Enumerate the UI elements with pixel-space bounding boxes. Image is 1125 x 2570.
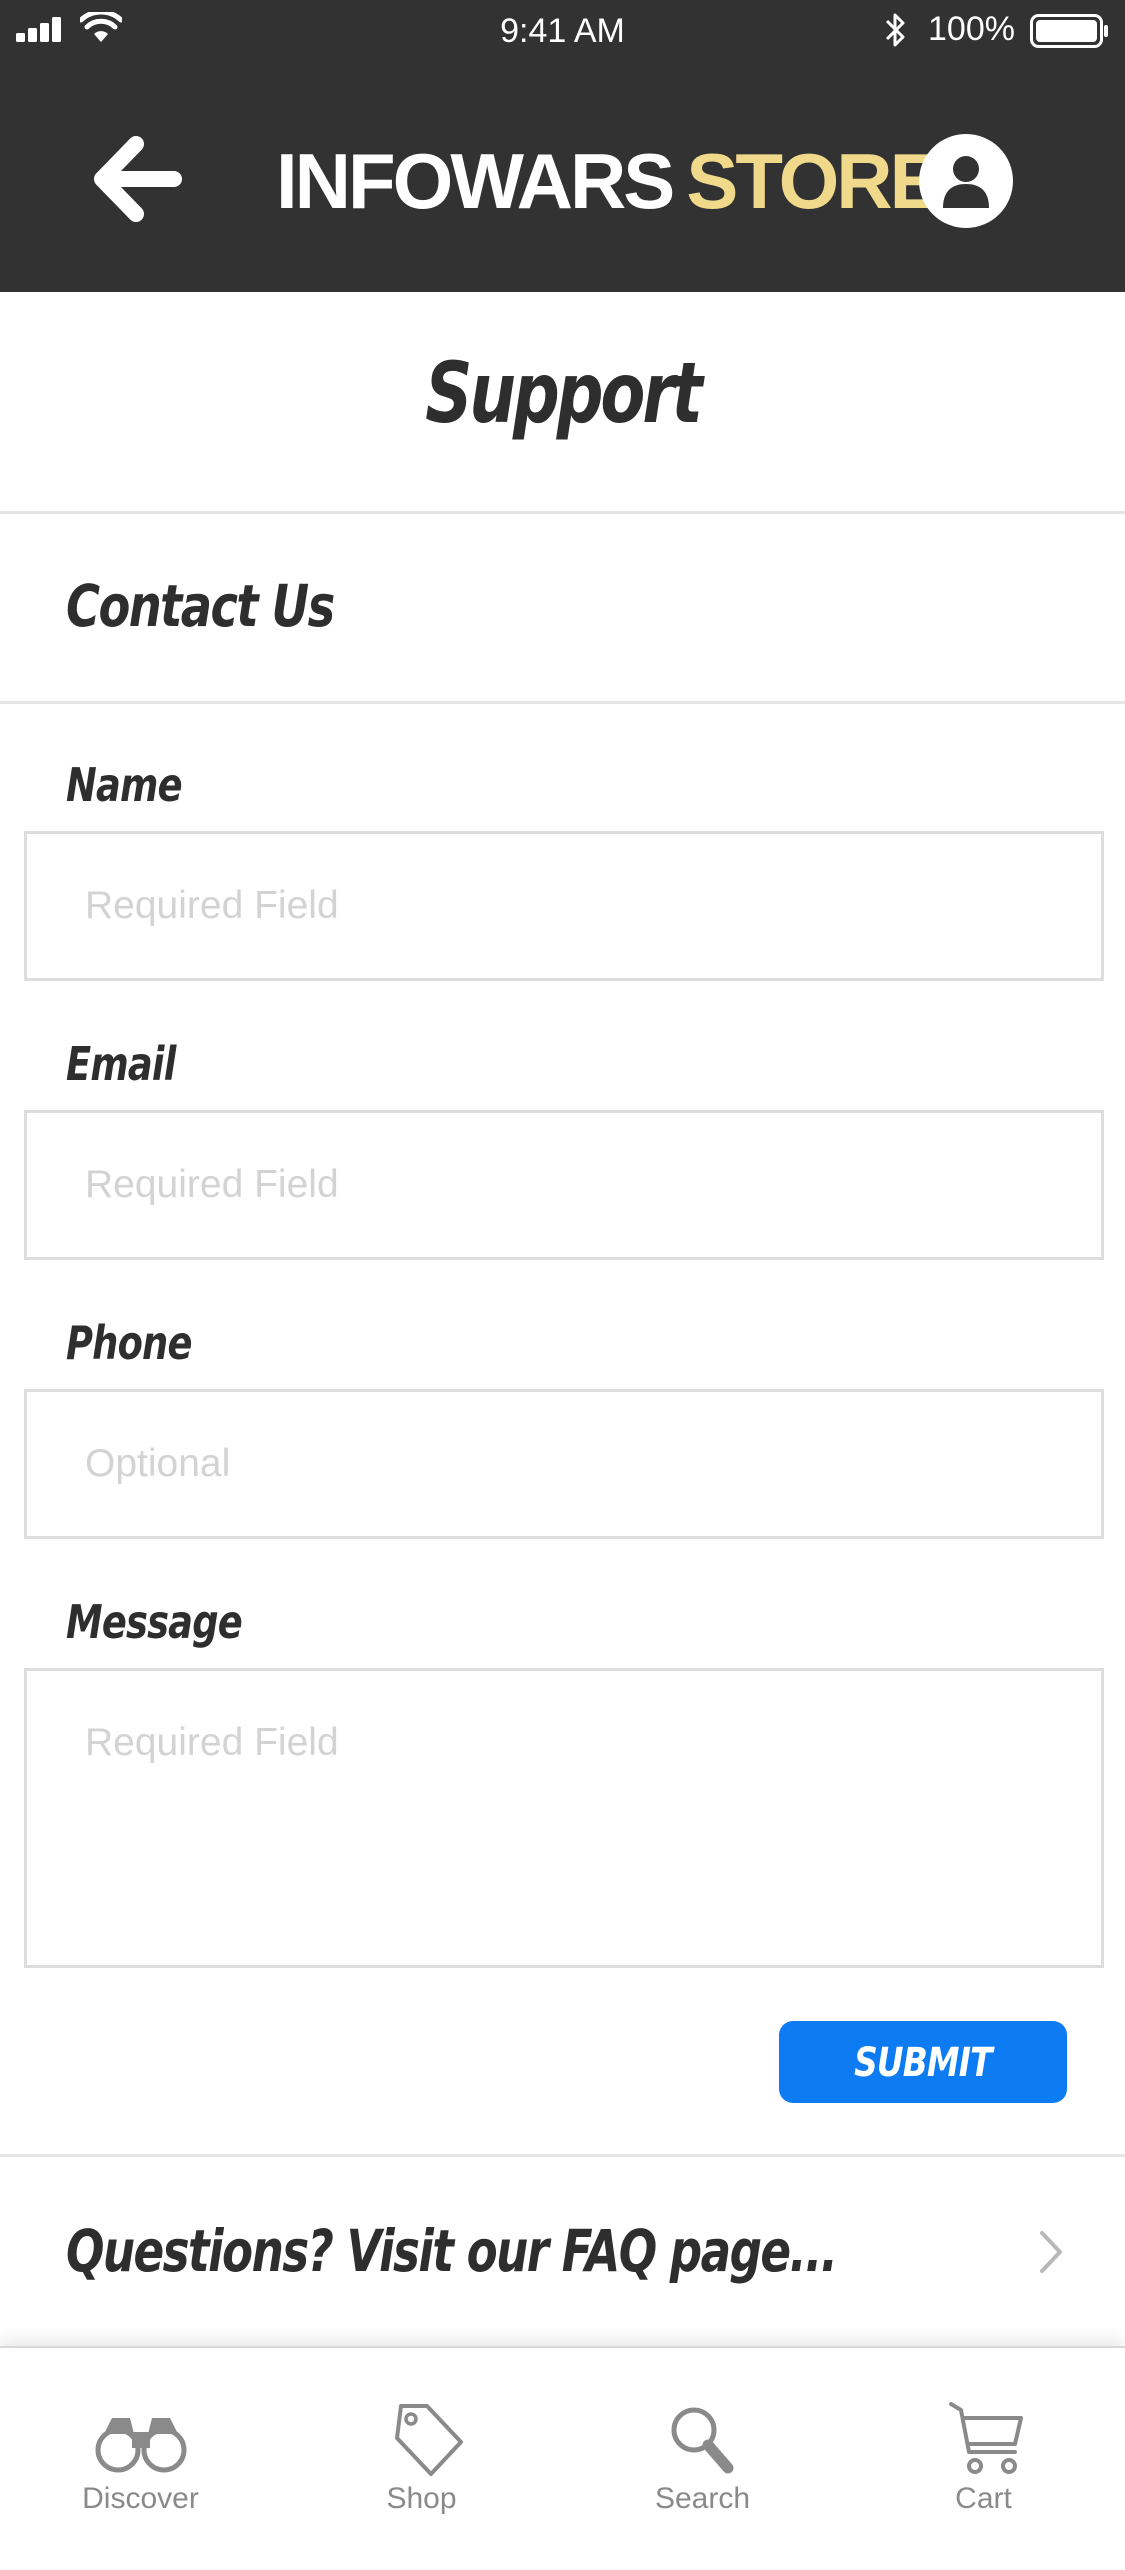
price-tag-icon [394,2404,463,2476]
tab-search[interactable]: Search [562,2348,843,2570]
submit-label: SUBMIT [854,2040,992,2086]
contact-heading: Contact Us [66,572,335,640]
battery-icon [1030,14,1108,48]
page-title-section: Support [0,292,1125,514]
faq-link[interactable]: Questions? Visit our FAQ page... [0,2154,1125,2346]
tab-search-label: Search [654,2482,751,2515]
account-button[interactable] [919,134,1013,228]
tab-bar: Discover Shop Search Cart [0,2346,1125,2568]
message-field[interactable] [24,1668,1104,1968]
shopping-cart-icon [948,2402,1023,2474]
submit-button[interactable]: SUBMIT [779,2021,1067,2103]
tab-discover[interactable]: Discover [0,2348,281,2570]
email-field[interactable] [24,1110,1104,1260]
app-header: 9:41 AM 100% INFOWARS STORE [0,0,1125,292]
tab-discover-label: Discover [82,2482,199,2515]
logo-store: STORE [686,137,941,225]
faq-text: Questions? Visit our FAQ page... [66,2217,838,2285]
tab-cart[interactable]: Cart [843,2348,1124,2570]
phone-label: Phone [66,1316,192,1370]
tab-shop[interactable]: Shop [281,2348,562,2570]
contact-section-header: Contact Us [0,514,1125,704]
bluetooth-icon [885,13,905,47]
status-bar: 9:41 AM 100% [0,0,1125,62]
chevron-right-icon [1040,2231,1062,2273]
tab-shop-label: Shop [386,2482,457,2515]
logo-infowars: INFOWARS [276,137,675,225]
name-field[interactable] [24,831,1104,981]
magnifier-icon [671,2407,733,2474]
message-label: Message [66,1595,243,1649]
store-logo: INFOWARS STORE [276,136,942,226]
back-arrow-icon[interactable] [92,136,182,222]
battery-percentage: 100% [928,10,1015,48]
binoculars-icon [95,2418,186,2473]
phone-field[interactable] [24,1389,1104,1539]
email-label: Email [66,1037,176,1091]
name-label: Name [66,758,183,812]
tab-cart-label: Cart [955,2482,1012,2515]
user-icon [943,156,989,208]
page-title: Support [425,344,703,442]
